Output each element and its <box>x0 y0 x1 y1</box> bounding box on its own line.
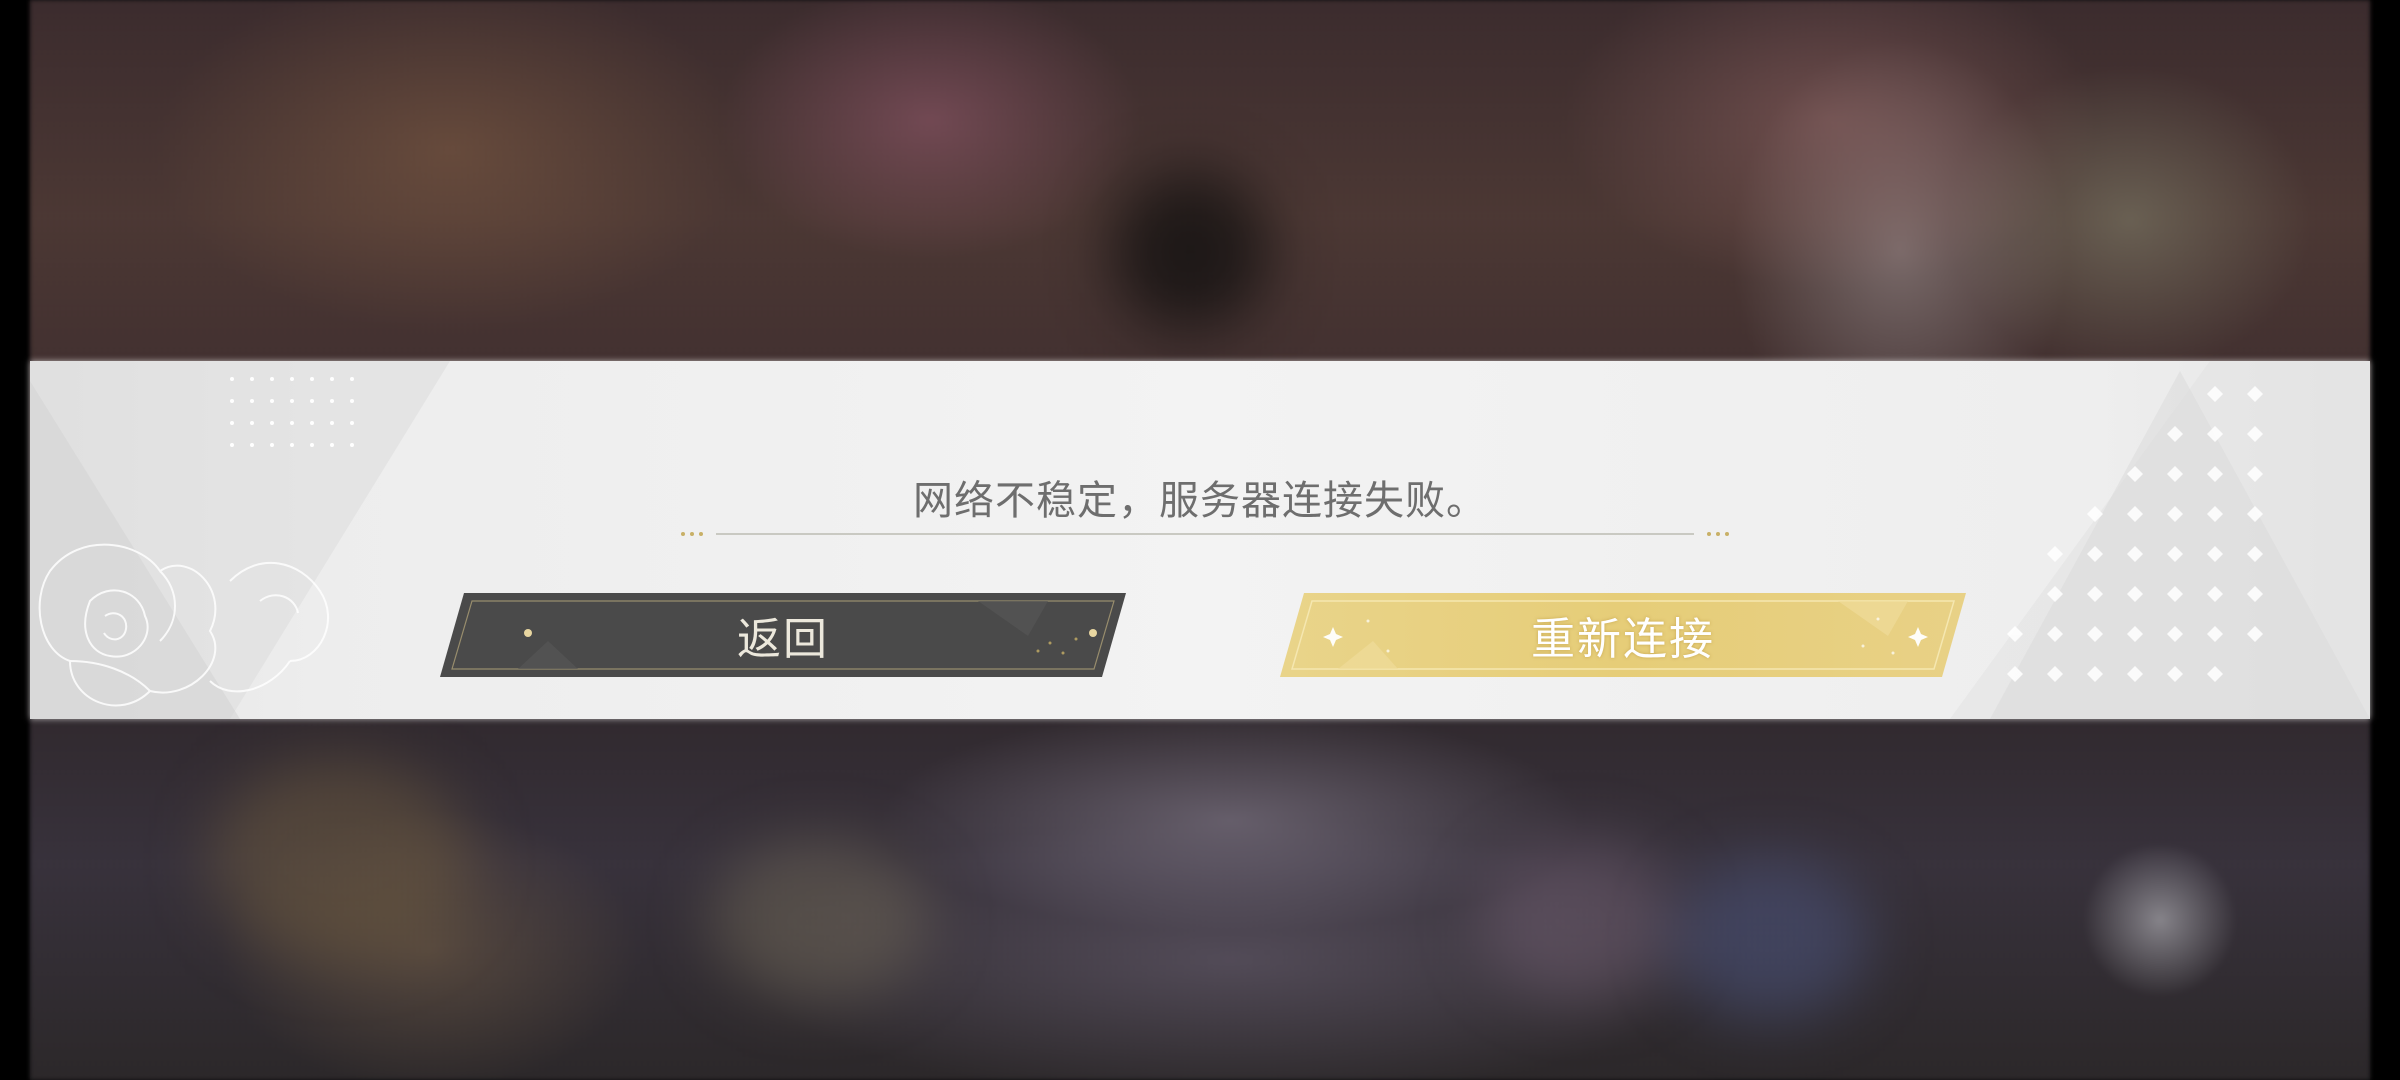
message-divider <box>681 532 1729 536</box>
error-message: 网络不稳定，服务器连接失败。 <box>913 478 1487 524</box>
reconnect-button-label: 重新连接 <box>1531 614 1715 665</box>
left-letterbox <box>0 0 30 1080</box>
dialog-decoration <box>30 361 2370 719</box>
reconnect-button[interactable]: 重新连接 <box>1278 591 1968 679</box>
game-screen: 网络不稳定，服务器连接失败。 返回 重新连接 <box>0 0 2400 1080</box>
network-error-dialog: 网络不稳定，服务器连接失败。 返回 重新连接 <box>30 361 2370 719</box>
back-button[interactable]: 返回 <box>438 591 1128 679</box>
right-letterbox <box>2370 0 2400 1080</box>
back-button-label: 返回 <box>737 614 829 665</box>
